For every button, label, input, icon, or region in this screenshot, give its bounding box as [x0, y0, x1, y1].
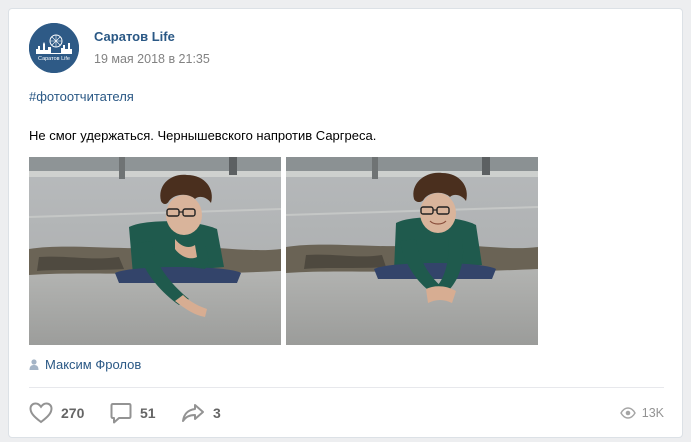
comment-count: 51	[140, 405, 156, 421]
community-avatar[interactable]: Саратов Life	[29, 23, 79, 73]
user-icon	[29, 358, 39, 370]
divider	[29, 387, 664, 388]
hashtag-link[interactable]: #фотоотчитателя	[29, 89, 134, 104]
photo-image	[29, 157, 281, 345]
svg-text:Саратов Life: Саратов Life	[38, 56, 70, 62]
like-button[interactable]: 270	[29, 401, 84, 425]
comment-icon	[110, 403, 132, 424]
like-count: 270	[61, 405, 85, 421]
share-icon	[182, 404, 204, 422]
views-counter: 13K	[619, 401, 664, 425]
views-count: 13K	[641, 406, 664, 420]
signer-name: Максим Фролов	[45, 356, 142, 372]
author-name[interactable]: Саратов Life	[94, 29, 175, 44]
comment-button[interactable]: 51	[110, 401, 156, 425]
post-text: Не смог удержаться. Чернышевского напрот…	[29, 128, 377, 143]
post-date[interactable]: 19 мая 2018 в 21:35	[94, 52, 210, 66]
photo-image	[286, 157, 538, 345]
post-card: Саратов Life Саратов Life 19 мая 2018 в …	[8, 8, 683, 438]
post-photo-1[interactable]	[29, 157, 281, 345]
post-signer[interactable]: Максим Фролов	[29, 356, 141, 372]
heart-icon	[29, 402, 53, 424]
eye-icon	[619, 407, 636, 419]
post-photo-2[interactable]	[286, 157, 538, 345]
avatar-logo-icon: Саратов Life	[29, 23, 79, 73]
share-button[interactable]: 3	[181, 401, 221, 425]
share-count: 3	[213, 405, 221, 421]
